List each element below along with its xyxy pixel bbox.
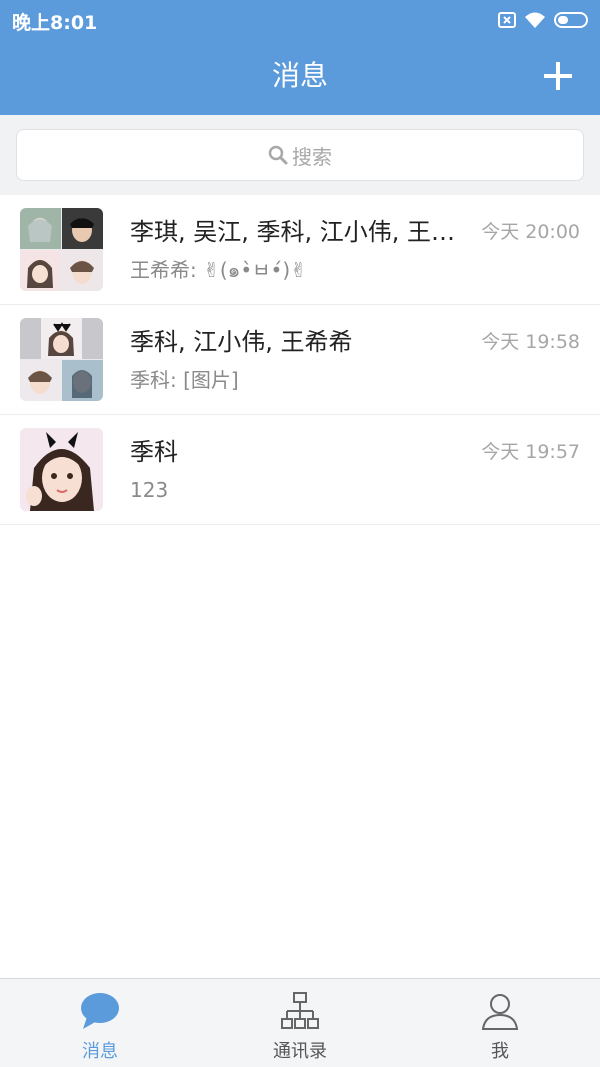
plus-icon[interactable]	[542, 60, 574, 92]
conversation-time: 今天 19:58	[481, 331, 580, 353]
user-avatar	[20, 428, 103, 511]
conversation-name: 季科	[130, 438, 178, 466]
search-icon	[268, 145, 288, 165]
person-icon	[481, 994, 519, 1030]
tab-label: 消息	[82, 1041, 118, 1062]
status-bar: 晚上8:01	[0, 0, 600, 40]
sim-x-icon	[498, 12, 516, 28]
conversation-name: 季科, 江小伟, 王希希	[130, 328, 353, 356]
conversation-row[interactable]: 季科, 江小伟, 王希希 今天 19:58 季科: [图片]	[0, 305, 600, 415]
page-title: 消息	[271, 59, 328, 92]
app-header: 晚上8:01 消息	[0, 0, 600, 115]
search-area: 搜索	[0, 115, 600, 195]
conversation-time: 今天 20:00	[481, 221, 580, 243]
conversation-row[interactable]: 季科 今天 19:57 123	[0, 415, 600, 525]
group-avatar-three-icon	[20, 318, 103, 401]
tab-messages[interactable]: 消息	[0, 979, 200, 1067]
chat-bubble-icon	[81, 993, 119, 1029]
conversation-last-message: 王希希: ✌(๑•̀ㅂ•́)✌	[130, 258, 307, 282]
conversation-row[interactable]: 李琪, 吴江, 季科, 江小伟, 王… 今天 20:00 王希希: ✌(๑•̀ㅂ…	[0, 195, 600, 305]
conversation-last-message: 季科: [图片]	[130, 368, 239, 392]
bottom-tabbar: 消息 通讯录 我	[0, 978, 600, 1067]
tab-contacts[interactable]: 通讯录	[200, 979, 400, 1067]
group-avatar	[20, 208, 103, 291]
search-input[interactable]: 搜索	[16, 129, 584, 181]
conversation-name: 李琪, 吴江, 季科, 江小伟, 王…	[130, 218, 456, 246]
group-avatar-four-icon	[20, 208, 103, 291]
group-avatar	[20, 318, 103, 401]
conversation-last-message: 123	[130, 478, 169, 502]
search-placeholder: 搜索	[292, 144, 332, 169]
tab-label: 通讯录	[273, 1041, 327, 1062]
org-chart-icon	[281, 992, 319, 1029]
tab-me[interactable]: 我	[400, 979, 600, 1067]
status-icons	[498, 9, 590, 31]
conversation-time: 今天 19:57	[481, 441, 580, 463]
status-time: 晚上8:01	[12, 12, 98, 34]
battery-icon	[554, 12, 588, 28]
user-avatar-icon	[20, 428, 103, 511]
wifi-icon	[525, 12, 545, 28]
tab-label: 我	[491, 1041, 509, 1062]
conversation-list: 李琪, 吴江, 季科, 江小伟, 王… 今天 20:00 王希希: ✌(๑•̀ㅂ…	[0, 195, 600, 525]
